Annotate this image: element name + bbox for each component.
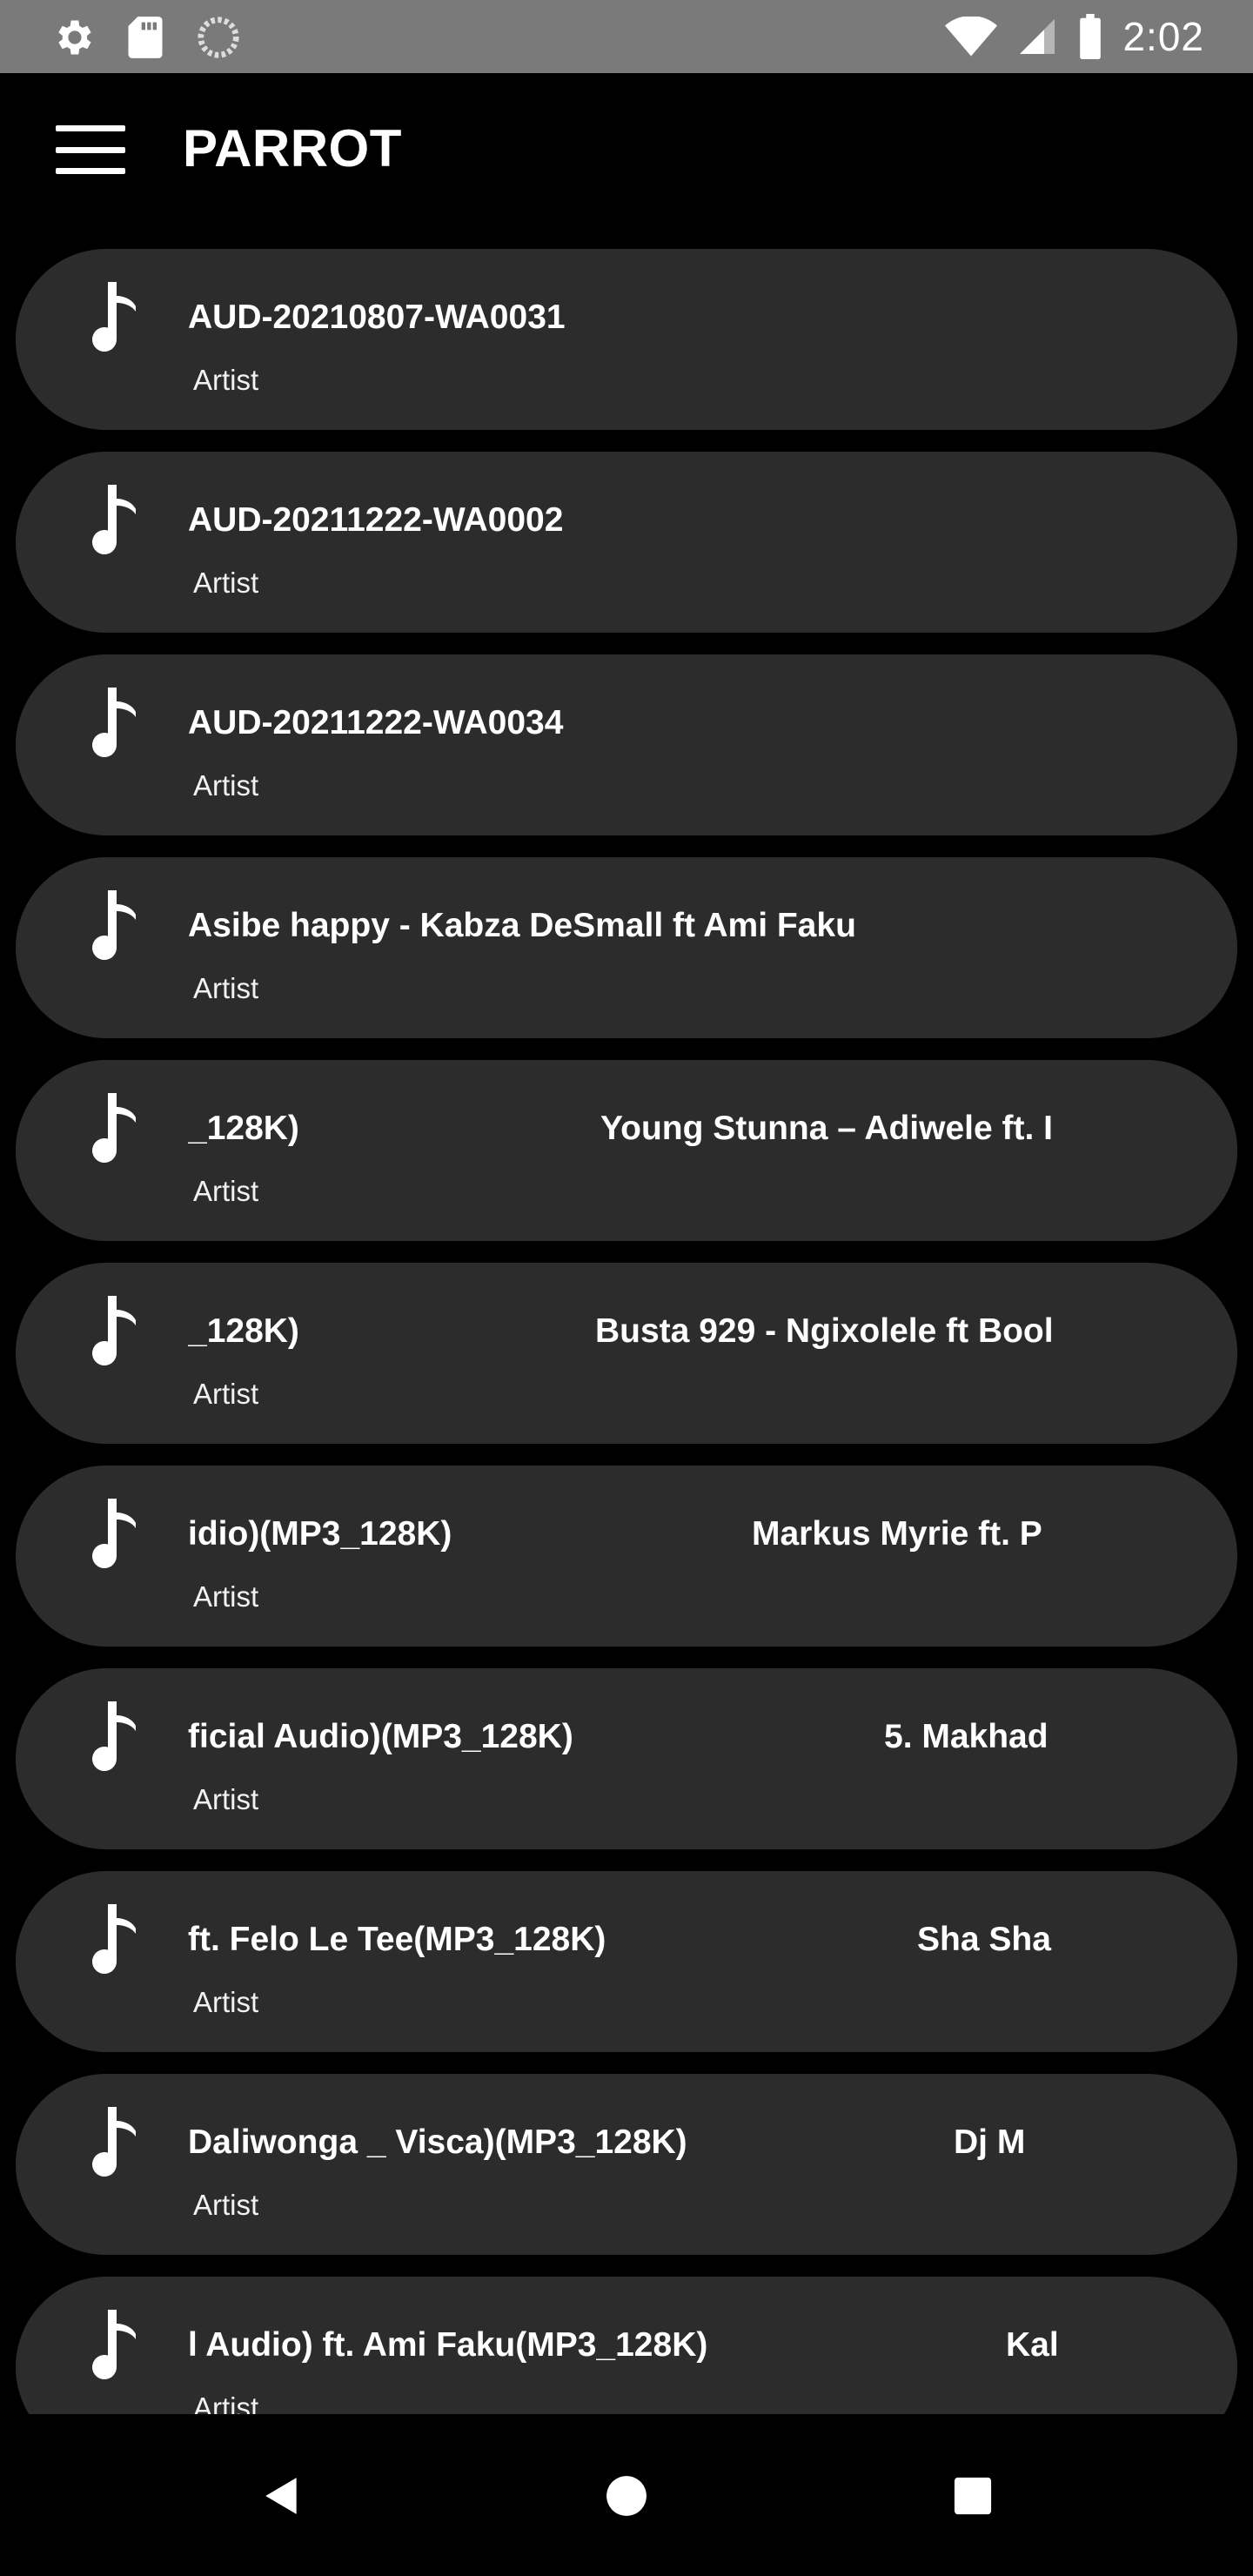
song-title-container: AUD-20211222-WA0002	[188, 495, 1081, 546]
song-artist: Artist	[193, 972, 259, 1004]
song-artist: Artist	[193, 2189, 259, 2221]
signal-icon	[1016, 16, 1058, 57]
status-bar-left	[50, 14, 242, 61]
back-triangle-icon[interactable]	[249, 2463, 315, 2529]
song-artist: Artist	[193, 567, 259, 599]
hamburger-menu-icon[interactable]	[56, 124, 125, 176]
song-title-marquee-repeat: Dj M	[954, 2123, 1026, 2161]
song-title-container: idio)(MP3_128K) Markus Myrie ft. P	[188, 1509, 1081, 1560]
song-title: ft. Felo Le Tee(MP3_128K)	[188, 1921, 606, 1958]
song-title-container: Asibe happy - Kabza DeSmall ft Ami Faku	[188, 901, 1081, 951]
music-note-icon	[87, 890, 137, 961]
song-title-container: AUD-20210807-WA0031	[188, 292, 1081, 343]
song-artist: Artist	[193, 364, 259, 396]
status-bar-right: 2:02	[945, 9, 1204, 64]
music-note-icon	[87, 688, 137, 758]
song-title-container: AUD-20211222-WA0034	[188, 698, 1081, 748]
song-list[interactable]: AUD-20210807-WA0031 Artist AUD-20211222-WA…	[0, 226, 1253, 2414]
song-title-marquee-repeat: Young Stunna – Adiwele ft. I	[600, 1110, 1054, 1147]
music-note-icon	[87, 1904, 137, 1975]
song-title-marquee-repeat: Sha Sha	[917, 1921, 1051, 1958]
song-list-item[interactable]: AUD-20211222-WA0002 Artist	[16, 452, 1237, 633]
battery-icon	[1077, 14, 1103, 59]
song-list-item[interactable]: _128K) Young Stunna – Adiwele ft. I Artist	[16, 1060, 1237, 1241]
song-list-item[interactable]: _128K) Busta 929 - Ngixolele ft Bool Artis…	[16, 1263, 1237, 1444]
music-note-icon	[87, 1093, 137, 1164]
app-title: PARROT	[183, 119, 402, 178]
status-time: 2:02	[1122, 14, 1204, 59]
song-title: idio)(MP3_128K)	[188, 1515, 452, 1553]
song-title-container: Daliwonga _ Visca)(MP3_128K) Dj M	[188, 2117, 1081, 2168]
song-list-item[interactable]: Asibe happy - Kabza DeSmall ft Ami Faku A…	[16, 857, 1237, 1038]
song-artist: Artist	[193, 2392, 259, 2414]
music-note-icon	[87, 2107, 137, 2177]
song-title: AUD-20211222-WA0002	[188, 501, 564, 539]
song-title-marquee-repeat: Busta 929 - Ngixolele ft Bool	[595, 1312, 1054, 1350]
song-artist: Artist	[193, 1175, 259, 1207]
home-circle-icon[interactable]	[593, 2463, 660, 2529]
song-list-item[interactable]: ficial Audio)(MP3_128K) 5. Makhad Artist	[16, 1668, 1237, 1849]
app-bar: PARROT	[0, 73, 1253, 226]
music-note-icon	[87, 1499, 137, 1569]
song-title: ficial Audio)(MP3_128K)	[188, 1718, 573, 1755]
song-list-item[interactable]: ft. Felo Le Tee(MP3_128K) Sha Sha Artist	[16, 1871, 1237, 2052]
song-artist: Artist	[193, 769, 259, 802]
song-title-marquee-repeat: 5. Makhad	[884, 1718, 1049, 1755]
song-artist: Artist	[193, 1986, 259, 2018]
song-artist: Artist	[193, 1378, 259, 1410]
song-title: Daliwonga _ Visca)(MP3_128K)	[188, 2123, 687, 2161]
music-note-icon	[87, 282, 137, 352]
wifi-icon	[945, 17, 998, 57]
music-note-icon	[87, 1296, 137, 1366]
song-title-marquee-repeat: Markus Myrie ft. P	[752, 1515, 1042, 1553]
song-title-marquee-repeat: Kal	[1006, 2326, 1059, 2364]
song-list-item[interactable]: AUD-20210807-WA0031 Artist	[16, 249, 1237, 430]
song-title: Asibe happy - Kabza DeSmall ft Ami Faku	[188, 907, 856, 944]
status-bar: 2:02	[0, 0, 1253, 73]
song-title: _128K)	[188, 1312, 299, 1350]
loading-icon	[195, 14, 242, 61]
song-title-container: l Audio) ft. Ami Faku(MP3_128K) Kal	[188, 2320, 1081, 2371]
sd-card-icon	[125, 15, 165, 60]
song-list-item[interactable]: l Audio) ft. Ami Faku(MP3_128K) Kal Artist	[16, 2277, 1237, 2414]
song-title: _128K)	[188, 1110, 299, 1147]
song-title: AUD-20210807-WA0031	[188, 299, 566, 336]
song-title-container: _128K) Busta 929 - Ngixolele ft Bool	[188, 1306, 1081, 1357]
music-note-icon	[87, 485, 137, 555]
song-title-container: ft. Felo Le Tee(MP3_128K) Sha Sha	[188, 1915, 1081, 1965]
song-title-container: _128K) Young Stunna – Adiwele ft. I	[188, 1104, 1081, 1154]
song-list-item[interactable]: idio)(MP3_128K) Markus Myrie ft. P Artist	[16, 1466, 1237, 1647]
navigation-bar	[0, 2414, 1253, 2576]
music-note-icon	[87, 2310, 137, 2380]
song-list-item[interactable]: Daliwonga _ Visca)(MP3_128K) Dj M Artist	[16, 2074, 1237, 2255]
song-artist: Artist	[193, 1783, 259, 1815]
song-title: AUD-20211222-WA0034	[188, 704, 564, 741]
settings-icon	[50, 15, 96, 60]
song-list-item[interactable]: AUD-20211222-WA0034 Artist	[16, 654, 1237, 835]
song-title: l Audio) ft. Ami Faku(MP3_128K)	[188, 2326, 708, 2364]
song-title-container: ficial Audio)(MP3_128K) 5. Makhad	[188, 1712, 1081, 1762]
music-note-icon	[87, 1701, 137, 1772]
song-artist: Artist	[193, 1580, 259, 1613]
recents-square-icon[interactable]	[940, 2463, 1006, 2529]
